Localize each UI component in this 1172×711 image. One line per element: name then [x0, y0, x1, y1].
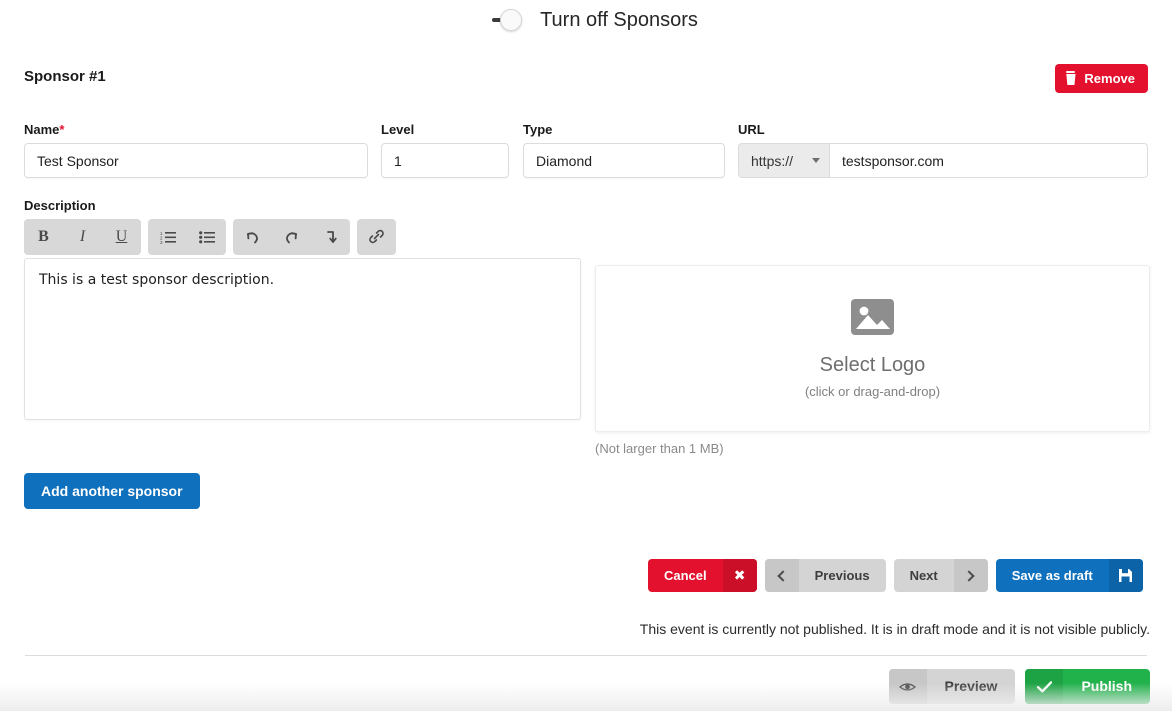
url-label: URL	[738, 122, 765, 137]
next-button-label: Next	[909, 568, 938, 583]
url-input-group: https:// testsponsor.com	[738, 143, 1148, 178]
description-textarea[interactable]: This is a test sponsor description.	[24, 258, 581, 420]
svg-text:3: 3	[160, 240, 163, 244]
logo-size-hint: (Not larger than 1 MB)	[595, 441, 724, 456]
next-button[interactable]: Next	[893, 559, 988, 592]
description-label: Description	[24, 198, 96, 213]
level-label: Level	[381, 122, 415, 137]
bullet-list-icon[interactable]	[187, 219, 226, 255]
name-field-group: Name* Test Sponsor	[24, 122, 368, 178]
toolbar-group-history	[233, 219, 350, 255]
type-label: Type	[523, 122, 553, 137]
previous-button[interactable]: Previous	[764, 559, 886, 592]
sponsor-header: Sponsor #1 Remove	[24, 64, 1148, 100]
url-input[interactable]: testsponsor.com	[829, 143, 1148, 178]
required-marker: *	[59, 122, 65, 137]
toggle-switch-icon[interactable]	[474, 9, 526, 31]
cancel-button-label: Cancel	[664, 568, 707, 583]
name-input[interactable]: Test Sponsor	[24, 143, 368, 178]
bottom-gradient	[0, 683, 1172, 711]
undo-icon[interactable]	[233, 219, 272, 255]
image-placeholder-icon	[851, 298, 894, 335]
add-another-sponsor-button[interactable]: Add another sponsor	[24, 473, 200, 509]
save-as-draft-label: Save as draft	[1011, 568, 1093, 583]
name-label: Name*	[24, 122, 65, 137]
italic-icon[interactable]: I	[63, 219, 102, 255]
type-field-group: Type Diamond	[523, 122, 725, 178]
toolbar-group-lists: 1 2 3	[148, 219, 226, 255]
logo-dropzone[interactable]: Select Logo (click or drag-and-drop)	[595, 265, 1150, 432]
previous-button-label: Previous	[814, 568, 870, 583]
url-protocol-value: https://	[751, 152, 794, 169]
link-icon[interactable]	[357, 219, 396, 255]
draft-status-note: This event is currently not published. I…	[639, 621, 1150, 637]
floppy-save-icon	[1108, 559, 1143, 592]
sponsor-title: Sponsor #1	[24, 68, 106, 85]
rich-text-toolbar: B I U 1 2 3	[24, 219, 396, 255]
remove-sponsor-button[interactable]: Remove	[1055, 64, 1148, 93]
underline-icon[interactable]: U	[102, 219, 141, 255]
remove-button-label: Remove	[1084, 71, 1135, 86]
toggle-knob[interactable]	[500, 9, 523, 31]
logo-main-text: Select Logo	[819, 353, 926, 376]
level-field-group: Level 1	[381, 122, 509, 178]
sponsors-toggle-row: Turn off Sponsors	[0, 0, 1172, 40]
chevron-down-icon	[812, 158, 820, 163]
wizard-nav-row: Cancel ✖ Previous Next Save as draft	[648, 559, 1143, 592]
chevron-right-icon	[953, 559, 988, 592]
footer-divider	[25, 655, 1147, 656]
save-as-draft-button[interactable]: Save as draft	[995, 559, 1143, 592]
bold-icon[interactable]: B	[24, 219, 63, 255]
toolbar-group-format: B I U	[24, 219, 141, 255]
type-input[interactable]: Diamond	[523, 143, 725, 178]
clear-format-icon[interactable]	[311, 219, 350, 255]
close-x-icon: ✖	[722, 559, 757, 592]
toggle-label: Turn off Sponsors	[540, 8, 698, 31]
toolbar-group-link	[357, 219, 396, 255]
redo-icon[interactable]	[272, 219, 311, 255]
chevron-left-icon	[764, 559, 799, 592]
trash-icon	[1065, 71, 1076, 85]
url-protocol-select[interactable]: https://	[738, 143, 829, 178]
logo-sub-text: (click or drag-and-drop)	[804, 383, 941, 399]
cancel-button[interactable]: Cancel ✖	[648, 559, 757, 592]
numbered-list-icon[interactable]: 1 2 3	[148, 219, 187, 255]
url-field-group: URL https:// testsponsor.com	[738, 122, 1148, 178]
level-input[interactable]: 1	[381, 143, 509, 178]
sponsor-form-page: Turn off Sponsors Sponsor #1 Remove Name…	[0, 0, 1172, 711]
